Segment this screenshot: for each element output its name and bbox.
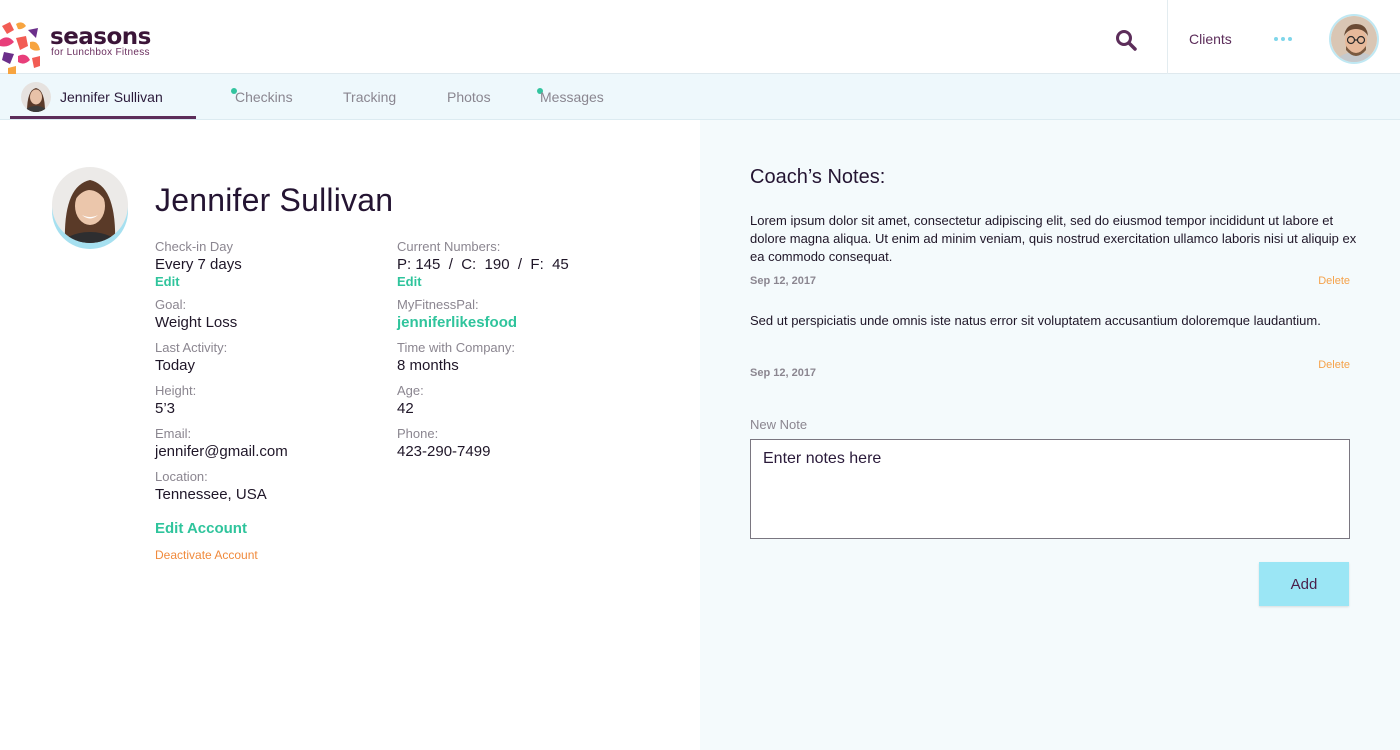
client-tabbar: Jennifer Sullivan Checkins Tracking Phot… [0,74,1400,120]
height-value: 5’3 [155,400,176,417]
delete-note-button[interactable]: Delete [1318,359,1350,371]
notes-title: Coach’s Notes: [750,166,886,188]
goal-value: Weight Loss [155,314,238,331]
note-date: Sep 12, 2017 [750,275,817,287]
last-activity-label: Last Activity: [155,340,228,355]
myfitnesspal-label: MyFitnessPal: [397,297,479,312]
clients-link[interactable]: Clients [1189,31,1232,47]
last-activity-value: Today [155,357,196,374]
height-label: Height: [155,383,197,398]
location-field: Location: Tennessee, USA [155,469,385,504]
email-label: Email: [155,426,192,441]
dot [1288,37,1292,41]
edit-current-numbers-link[interactable]: Edit [397,274,627,290]
age-value: 42 [397,400,414,417]
seasons-logo-icon [0,22,40,74]
profile-photo [52,167,128,249]
note-text: Lorem ipsum dolor sit amet, consectetur … [750,213,1357,264]
new-note-label: New Note [750,417,808,432]
location-value: Tennessee, USA [155,486,267,503]
dot [1274,37,1278,41]
time-with-company-label: Time with Company: [397,340,515,355]
active-tab-indicator [10,116,196,119]
current-numbers-value: P: 145 / C: 190 / F: 45 [397,256,569,273]
current-numbers-label: Current Numbers: [397,239,501,254]
height-field: Height: 5’3 [155,383,385,418]
search-icon [1116,30,1137,51]
goal-field: Goal: Weight Loss [155,297,385,332]
client-profile-avatar[interactable] [51,166,129,250]
client-tab-avatar [21,82,51,112]
coach-notes-panel: Coach’s Notes: Lorem ipsum dolor sit ame… [700,120,1400,750]
checkin-day-field: Check-in Day Every 7 days Edit [155,239,385,290]
edit-checkin-day-link[interactable]: Edit [155,274,385,290]
phone-label: Phone: [397,426,439,441]
last-activity-field: Last Activity: Today [155,340,385,375]
time-with-company-field: Time with Company: 8 months [397,340,627,375]
phone-value: 423-290-7499 [397,443,491,460]
add-note-button[interactable]: Add [1259,562,1349,606]
checkin-day-value: Every 7 days [155,256,242,273]
tab-checkins[interactable]: Checkins [235,74,293,120]
brand-subtitle: for Lunchbox Fitness [51,47,150,58]
tab-messages[interactable]: Messages [540,74,604,120]
goal-label: Goal: [155,297,187,312]
more-dots-icon[interactable] [1272,30,1294,48]
note-date: Sep 12, 2017 [750,367,817,379]
email-field: Email: jennifer@gmail.com [155,426,385,461]
avatar-image [1331,16,1377,62]
tab-photos[interactable]: Photos [447,74,491,120]
top-header: seasons for Lunchbox Fitness Clients [0,0,1400,74]
email-value: jennifer@gmail.com [155,443,288,460]
dot [1281,37,1285,41]
client-name: Jennifer Sullivan [155,182,394,218]
note-text: Sed ut perspiciatis unde omnis iste natu… [750,313,1321,328]
current-numbers-field: Current Numbers: P: 145 / C: 190 / F: 45… [397,239,627,290]
myfitnesspal-field: MyFitnessPal: jenniferlikesfood [397,297,627,332]
deactivate-account-link[interactable]: Deactivate Account [155,548,258,562]
brand-logo[interactable]: seasons for Lunchbox Fitness [0,14,170,74]
myfitnesspal-link[interactable]: jenniferlikesfood [397,313,627,332]
delete-note-button[interactable]: Delete [1318,275,1350,287]
time-with-company-value: 8 months [397,357,459,374]
tab-profile[interactable]: Jennifer Sullivan [60,74,163,120]
tab-tracking[interactable]: Tracking [343,74,396,120]
age-field: Age: 42 [397,383,627,418]
location-label: Location: [155,469,208,484]
header-divider [1167,0,1168,74]
search-button[interactable] [1114,28,1138,52]
edit-account-link[interactable]: Edit Account [155,520,247,537]
coach-avatar[interactable] [1329,14,1379,64]
new-note-textarea[interactable] [750,439,1350,539]
age-label: Age: [397,383,424,398]
phone-field: Phone: 423-290-7499 [397,426,627,461]
checkin-day-label: Check-in Day [155,239,234,254]
